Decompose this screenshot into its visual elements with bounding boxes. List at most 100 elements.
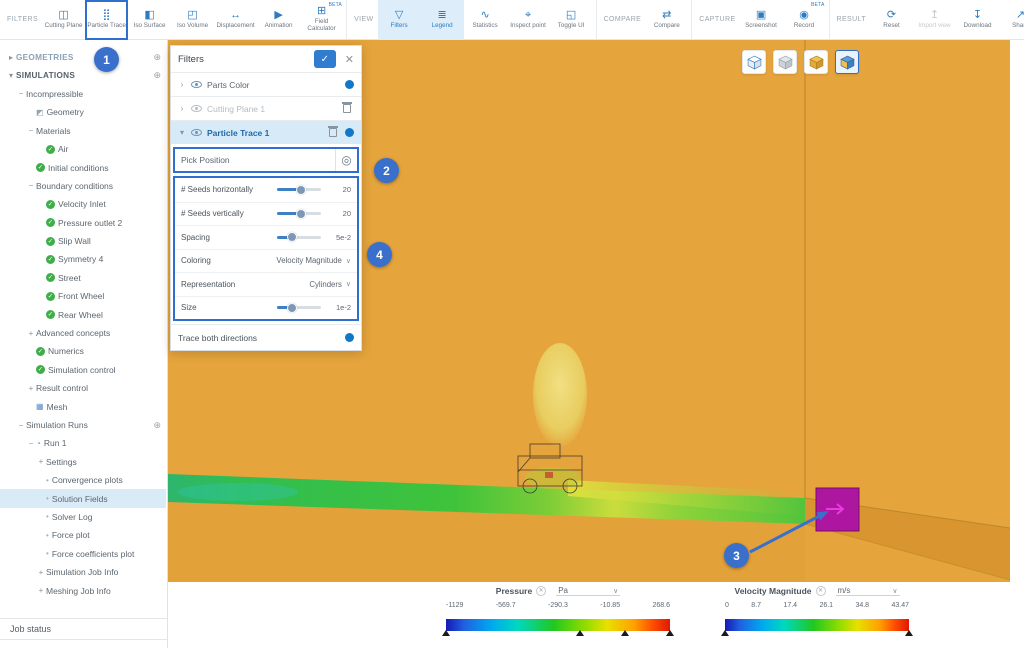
- expander-icon[interactable]: ▸: [6, 53, 16, 62]
- slider-knob[interactable]: [287, 303, 297, 313]
- sidebar-item-force-coefficients-plot[interactable]: •Force coefficients plot: [0, 545, 166, 563]
- view-orientation-3-button[interactable]: [804, 50, 828, 74]
- trace-both-directions-toggle[interactable]: [345, 333, 354, 342]
- sidebar-item-convergence-plots[interactable]: •Convergence plots: [0, 471, 166, 489]
- share-button[interactable]: ↗Share: [999, 0, 1024, 40]
- expander-icon[interactable]: ▾: [6, 71, 16, 80]
- sidebar-item-velocity-inlet[interactable]: ✓Velocity Inlet: [0, 195, 166, 213]
- pick-position-row[interactable]: Pick Position ◎: [173, 147, 359, 173]
- displacement-button[interactable]: ↔Displacement: [214, 0, 257, 40]
- job-status-bar[interactable]: Job status: [0, 618, 167, 640]
- visibility-eye-icon[interactable]: [191, 129, 202, 136]
- sidebar-item-pressure-outlet-2[interactable]: ✓Pressure outlet 2: [0, 214, 166, 232]
- sidebar-item-simulation-runs[interactable]: −Simulation Runs⊕: [0, 416, 166, 434]
- import-view-button[interactable]: ↥Import view: [913, 0, 956, 40]
- visibility-eye-icon[interactable]: [191, 81, 202, 88]
- sidebar-item-slip-wall[interactable]: ✓Slip Wall: [0, 232, 166, 250]
- add-icon[interactable]: ⊕: [153, 420, 161, 431]
- sidebar-item-solver-log[interactable]: •Solver Log: [0, 508, 166, 526]
- param-dropdown[interactable]: Velocity Magnitude∨: [276, 256, 351, 265]
- expander-icon[interactable]: +: [26, 329, 36, 338]
- sidebar-item-settings[interactable]: +Settings: [0, 453, 166, 471]
- range-marker[interactable]: [666, 630, 674, 636]
- param-slider[interactable]: [277, 236, 321, 239]
- sidebar-item-air[interactable]: ✓Air: [0, 140, 166, 158]
- param-slider[interactable]: [277, 306, 321, 309]
- close-panel-icon[interactable]: ✕: [345, 53, 354, 66]
- expander-icon[interactable]: +: [36, 568, 46, 577]
- expander-icon[interactable]: −: [26, 439, 36, 448]
- expander-icon[interactable]: +: [36, 586, 46, 595]
- compare-button[interactable]: ⇄Compare: [645, 0, 688, 40]
- legend-close-icon[interactable]: ✕: [536, 586, 546, 596]
- delete-filter-icon[interactable]: [343, 104, 351, 113]
- sidebar-item-solution-fields[interactable]: •Solution Fields: [0, 489, 166, 507]
- sidebar-item-force-plot[interactable]: •Force plot: [0, 526, 166, 544]
- param-slider[interactable]: [277, 212, 321, 215]
- slider-knob[interactable]: [296, 209, 306, 219]
- filter-enabled-toggle[interactable]: [345, 80, 354, 89]
- filter-row-particle-trace-1[interactable]: ▾Particle Trace 1: [171, 120, 361, 144]
- sidebar-item-front-wheel[interactable]: ✓Front Wheel: [0, 287, 166, 305]
- expander-icon[interactable]: +: [36, 457, 46, 466]
- expander-icon[interactable]: −: [16, 89, 26, 98]
- sidebar-item-advanced-concepts[interactable]: +Advanced concepts: [0, 324, 166, 342]
- range-marker[interactable]: [576, 630, 584, 636]
- screenshot-button[interactable]: ▣Screenshot: [740, 0, 783, 40]
- sidebar-item-initial-conditions[interactable]: ✓Initial conditions: [0, 158, 166, 176]
- sidebar-item-numerics[interactable]: ✓Numerics: [0, 342, 166, 360]
- slider-knob[interactable]: [287, 232, 297, 242]
- view-orientation-1-button[interactable]: [742, 50, 766, 74]
- pick-position-target-icon[interactable]: ◎: [335, 149, 357, 171]
- cutting-plane-button[interactable]: ◫Cutting Plane: [42, 0, 85, 40]
- visibility-eye-icon[interactable]: [191, 105, 202, 112]
- sidebar-item-street[interactable]: ✓Street: [0, 269, 166, 287]
- apply-filters-button[interactable]: ✓: [314, 50, 336, 68]
- expander-icon[interactable]: −: [16, 421, 26, 430]
- statistics-button[interactable]: ∿Statistics: [464, 0, 507, 40]
- download-button[interactable]: ↧Download: [956, 0, 999, 40]
- sidebar-item-rear-wheel[interactable]: ✓Rear Wheel: [0, 305, 166, 323]
- sidebar-item-geometries[interactable]: ▸GEOMETRIES⊕: [0, 48, 166, 66]
- legend-button[interactable]: ≣Legend: [421, 0, 464, 40]
- range-marker[interactable]: [721, 630, 729, 636]
- filters-button[interactable]: ▽Filters: [378, 0, 421, 40]
- delete-filter-icon[interactable]: [329, 128, 337, 137]
- expander-icon[interactable]: −: [26, 126, 36, 135]
- sidebar-item-geometry[interactable]: ◩Geometry: [0, 103, 166, 121]
- sidebar-item-run-1[interactable]: −◔Run 1: [0, 434, 166, 452]
- range-marker[interactable]: [905, 630, 913, 636]
- sidebar-item-simulations[interactable]: ▾SIMULATIONS⊕: [0, 66, 166, 84]
- legend-unit-select[interactable]: m/s∨: [836, 586, 900, 596]
- sidebar-item-meshing-job-info[interactable]: +Meshing Job Info: [0, 581, 166, 599]
- expander-icon[interactable]: +: [26, 384, 36, 393]
- toggle-ui-button[interactable]: ◱Toggle UI: [550, 0, 593, 40]
- view-orientation-2-button[interactable]: [773, 50, 797, 74]
- filter-row-parts-color[interactable]: ›Parts Color: [171, 72, 361, 96]
- sidebar-item-simulation-control[interactable]: ✓Simulation control: [0, 361, 166, 379]
- add-icon[interactable]: ⊕: [153, 52, 161, 63]
- reset-button[interactable]: ⟳Reset: [870, 0, 913, 40]
- view-orientation-4-button[interactable]: [835, 50, 859, 74]
- expander-icon[interactable]: −: [26, 181, 36, 190]
- range-marker[interactable]: [621, 630, 629, 636]
- inspect-point-button[interactable]: ⌖Inspect point: [507, 0, 550, 40]
- range-marker[interactable]: [442, 630, 450, 636]
- slider-knob[interactable]: [296, 185, 306, 195]
- field-calculator-button[interactable]: BETA⊞Field Calculator: [300, 0, 343, 40]
- sidebar-item-result-control[interactable]: +Result control: [0, 379, 166, 397]
- animation-button[interactable]: ▶Animation: [257, 0, 300, 40]
- record-button[interactable]: BETA◉Record: [783, 0, 826, 40]
- sidebar-item-incompressible[interactable]: −Incompressible: [0, 85, 166, 103]
- sidebar-item-simulation-job-info[interactable]: +Simulation Job Info: [0, 563, 166, 581]
- filter-enabled-toggle[interactable]: [345, 128, 354, 137]
- legend-unit-select[interactable]: Pa∨: [556, 586, 620, 596]
- particle-trace-button[interactable]: ⣿Particle Trace: [85, 0, 128, 40]
- iso-surface-button[interactable]: ◧Iso Surface: [128, 0, 171, 40]
- iso-volume-button[interactable]: ◰Iso Volume: [171, 0, 214, 40]
- param-slider[interactable]: [277, 188, 321, 191]
- sidebar-item-boundary-conditions[interactable]: −Boundary conditions: [0, 177, 166, 195]
- legend-close-icon[interactable]: ✕: [816, 586, 826, 596]
- particle-seed-marker[interactable]: [816, 488, 859, 531]
- filter-row-cutting-plane-1[interactable]: ›Cutting Plane 1: [171, 96, 361, 120]
